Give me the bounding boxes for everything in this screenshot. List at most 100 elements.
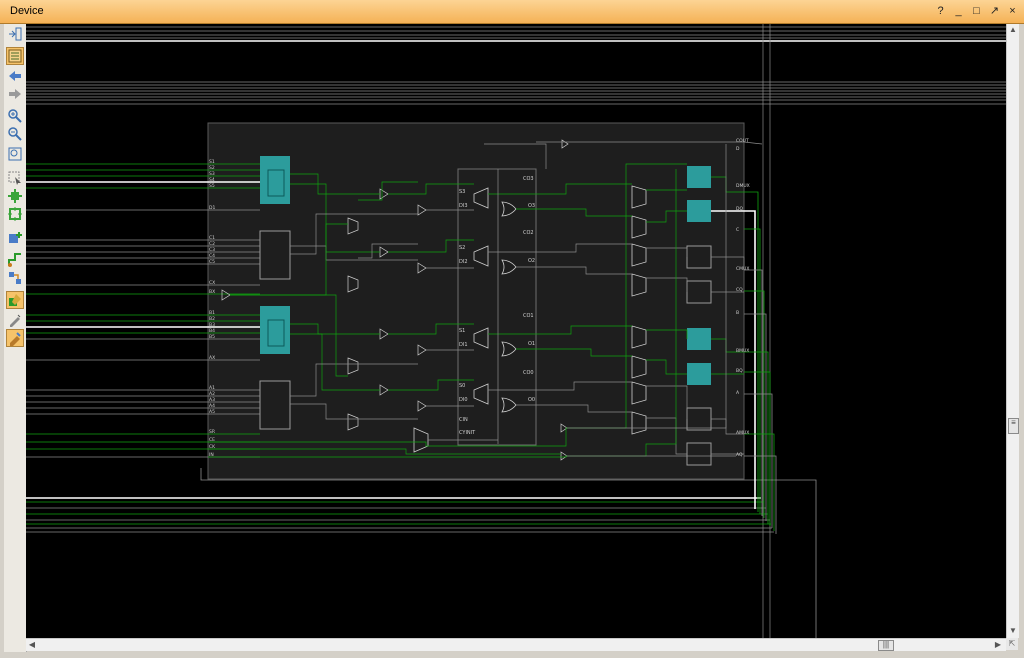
carry-pin-label: S2 [459, 245, 465, 251]
carry-pin-label: CO3 [523, 176, 534, 182]
window-border [0, 652, 1024, 658]
carry-pin-label: CO2 [523, 230, 534, 236]
carry-pin-label: CIN [459, 417, 468, 423]
draw-icon[interactable] [7, 312, 23, 328]
scroll-up-icon[interactable]: ▲ [1007, 24, 1019, 36]
slice-schematic[interactable]: S1S2S3S4S5D1C1C2C3C4C5CXBXB1B2B3B4B5AXA1… [26, 24, 1006, 638]
left-pin-label: B2 [209, 316, 215, 322]
zoom-in-icon[interactable] [7, 108, 23, 124]
left-pin-label: SR [209, 429, 215, 435]
device-canvas[interactable]: S1 S2 S3 S4 S5 D1 C1 C2 C3 C4 C5 CX BX B1 B2 B3 B4 B5 AX A1… [26, 24, 1006, 638]
carry-pin-label: O3 [528, 203, 535, 209]
left-pin-label: C5 [209, 259, 215, 265]
scroll-right-icon[interactable]: ▶ [992, 639, 1004, 651]
left-pin-label: A1 [209, 385, 215, 391]
horizontal-scrollbar[interactable]: ◀ ||| ▶ [26, 638, 1006, 651]
select-area-icon[interactable] [7, 170, 23, 186]
carry-pin-label: CO0 [523, 370, 534, 376]
left-pin-label: IN [209, 452, 214, 458]
carry-pin-label: S0 [459, 383, 465, 389]
vertical-scroll-thumb[interactable]: ≡ [1008, 418, 1019, 434]
left-pin-label: S3 [209, 171, 215, 177]
ff-bq[interactable] [687, 328, 711, 350]
device-toolbar [4, 24, 27, 652]
right-pin-label: DMUX [736, 183, 750, 189]
carry-pin-label: DI1 [459, 342, 468, 348]
carry-pin-label: O2 [528, 258, 535, 264]
minimize-button[interactable]: _ [951, 3, 966, 20]
left-pin-label: A4 [209, 403, 215, 409]
routing-tracks-bottom [26, 468, 817, 638]
ff-d5q[interactable] [687, 200, 711, 222]
route-icon[interactable] [7, 252, 23, 268]
carry-pin-label: CYINIT [459, 430, 476, 436]
left-pin-label: A2 [209, 391, 215, 397]
left-pin-label: BX [209, 289, 215, 295]
carry-pin-label: DI2 [459, 259, 468, 265]
close-button[interactable]: × [1005, 3, 1020, 20]
right-pin-label: D [736, 146, 740, 152]
carry-pin-label: O0 [528, 397, 535, 403]
show-connectivity-icon[interactable] [7, 270, 23, 286]
left-pin-label: CK [209, 444, 216, 450]
collapse-panel-icon[interactable] [7, 26, 23, 42]
right-pin-label: AQ [736, 452, 743, 458]
scroll-left-icon[interactable]: ◀ [26, 639, 38, 651]
zoom-fit-icon[interactable] [7, 146, 23, 162]
window-controls: ? _ □ ↗ × [933, 3, 1020, 20]
zoom-out-icon[interactable] [7, 126, 23, 142]
left-pin-label: S1 [209, 159, 215, 165]
left-pin-label: S2 [209, 165, 215, 171]
left-pin-label: A5 [209, 409, 215, 415]
ff-dq[interactable] [687, 166, 711, 188]
marker-icon[interactable] [6, 329, 24, 347]
right-pin-label: DQ [736, 206, 743, 212]
left-pin-label: AX [209, 355, 215, 361]
maximize-button[interactable]: □ [969, 3, 984, 20]
right-pin-label: COUT [736, 138, 749, 144]
window-title: Device [10, 5, 44, 17]
expand-selection-icon[interactable] [7, 188, 23, 204]
left-pin-label: A3 [209, 397, 215, 403]
auto-fit-icon[interactable] [6, 47, 24, 65]
help-button[interactable]: ? [933, 3, 948, 20]
left-pin-label: C3 [209, 247, 215, 253]
right-pin-label: BQ [736, 368, 743, 374]
left-pin-label: B4 [209, 328, 215, 334]
right-pin-label: CQ [736, 287, 743, 293]
left-pin-label: B5 [209, 334, 215, 340]
carry-pin-label: S1 [459, 328, 465, 334]
forward-icon[interactable] [7, 86, 23, 102]
left-pin-label: B1 [209, 310, 215, 316]
left-pin-label: CX [209, 280, 215, 286]
left-pin-label: B3 [209, 322, 215, 328]
carry-pin-label: DI0 [459, 397, 468, 403]
left-pin-label: C4 [209, 253, 215, 259]
carry-pin-label: CO1 [523, 313, 534, 319]
restore-button[interactable]: ↗ [987, 3, 1002, 20]
scroll-down-icon[interactable]: ▼ [1007, 625, 1019, 637]
back-icon[interactable] [7, 68, 23, 84]
right-pin-label: AMUX [736, 430, 749, 436]
left-pin-label: C2 [209, 241, 215, 247]
vertical-scrollbar[interactable]: ▲ ≡ ▼ [1006, 24, 1019, 638]
horizontal-scroll-thumb[interactable]: ||| [878, 640, 894, 651]
window-titlebar: Device ? _ □ ↗ × [0, 0, 1024, 24]
ff-b5q[interactable] [687, 363, 711, 385]
right-pin-label: CMUX [736, 266, 749, 272]
lut-b[interactable] [260, 306, 290, 354]
right-pin-label: BMUX [736, 348, 749, 354]
resize-grip-icon[interactable]: ⇱ [1006, 638, 1018, 650]
left-pin-label: D1 [209, 205, 215, 211]
fit-selection-icon[interactable] [7, 206, 23, 222]
carry-pin-label: S3 [459, 189, 465, 195]
left-pin-label: C1 [209, 235, 215, 241]
add-pblock-icon[interactable] [7, 230, 23, 246]
left-pin-label: S4 [209, 177, 215, 183]
lut-d[interactable] [260, 156, 290, 204]
right-pin-label: B [736, 310, 739, 316]
right-pin-label: C [736, 227, 739, 233]
highlight-icon[interactable] [6, 291, 24, 309]
left-pin-label: CE [209, 437, 215, 443]
carry-pin-label: DI3 [459, 203, 468, 209]
